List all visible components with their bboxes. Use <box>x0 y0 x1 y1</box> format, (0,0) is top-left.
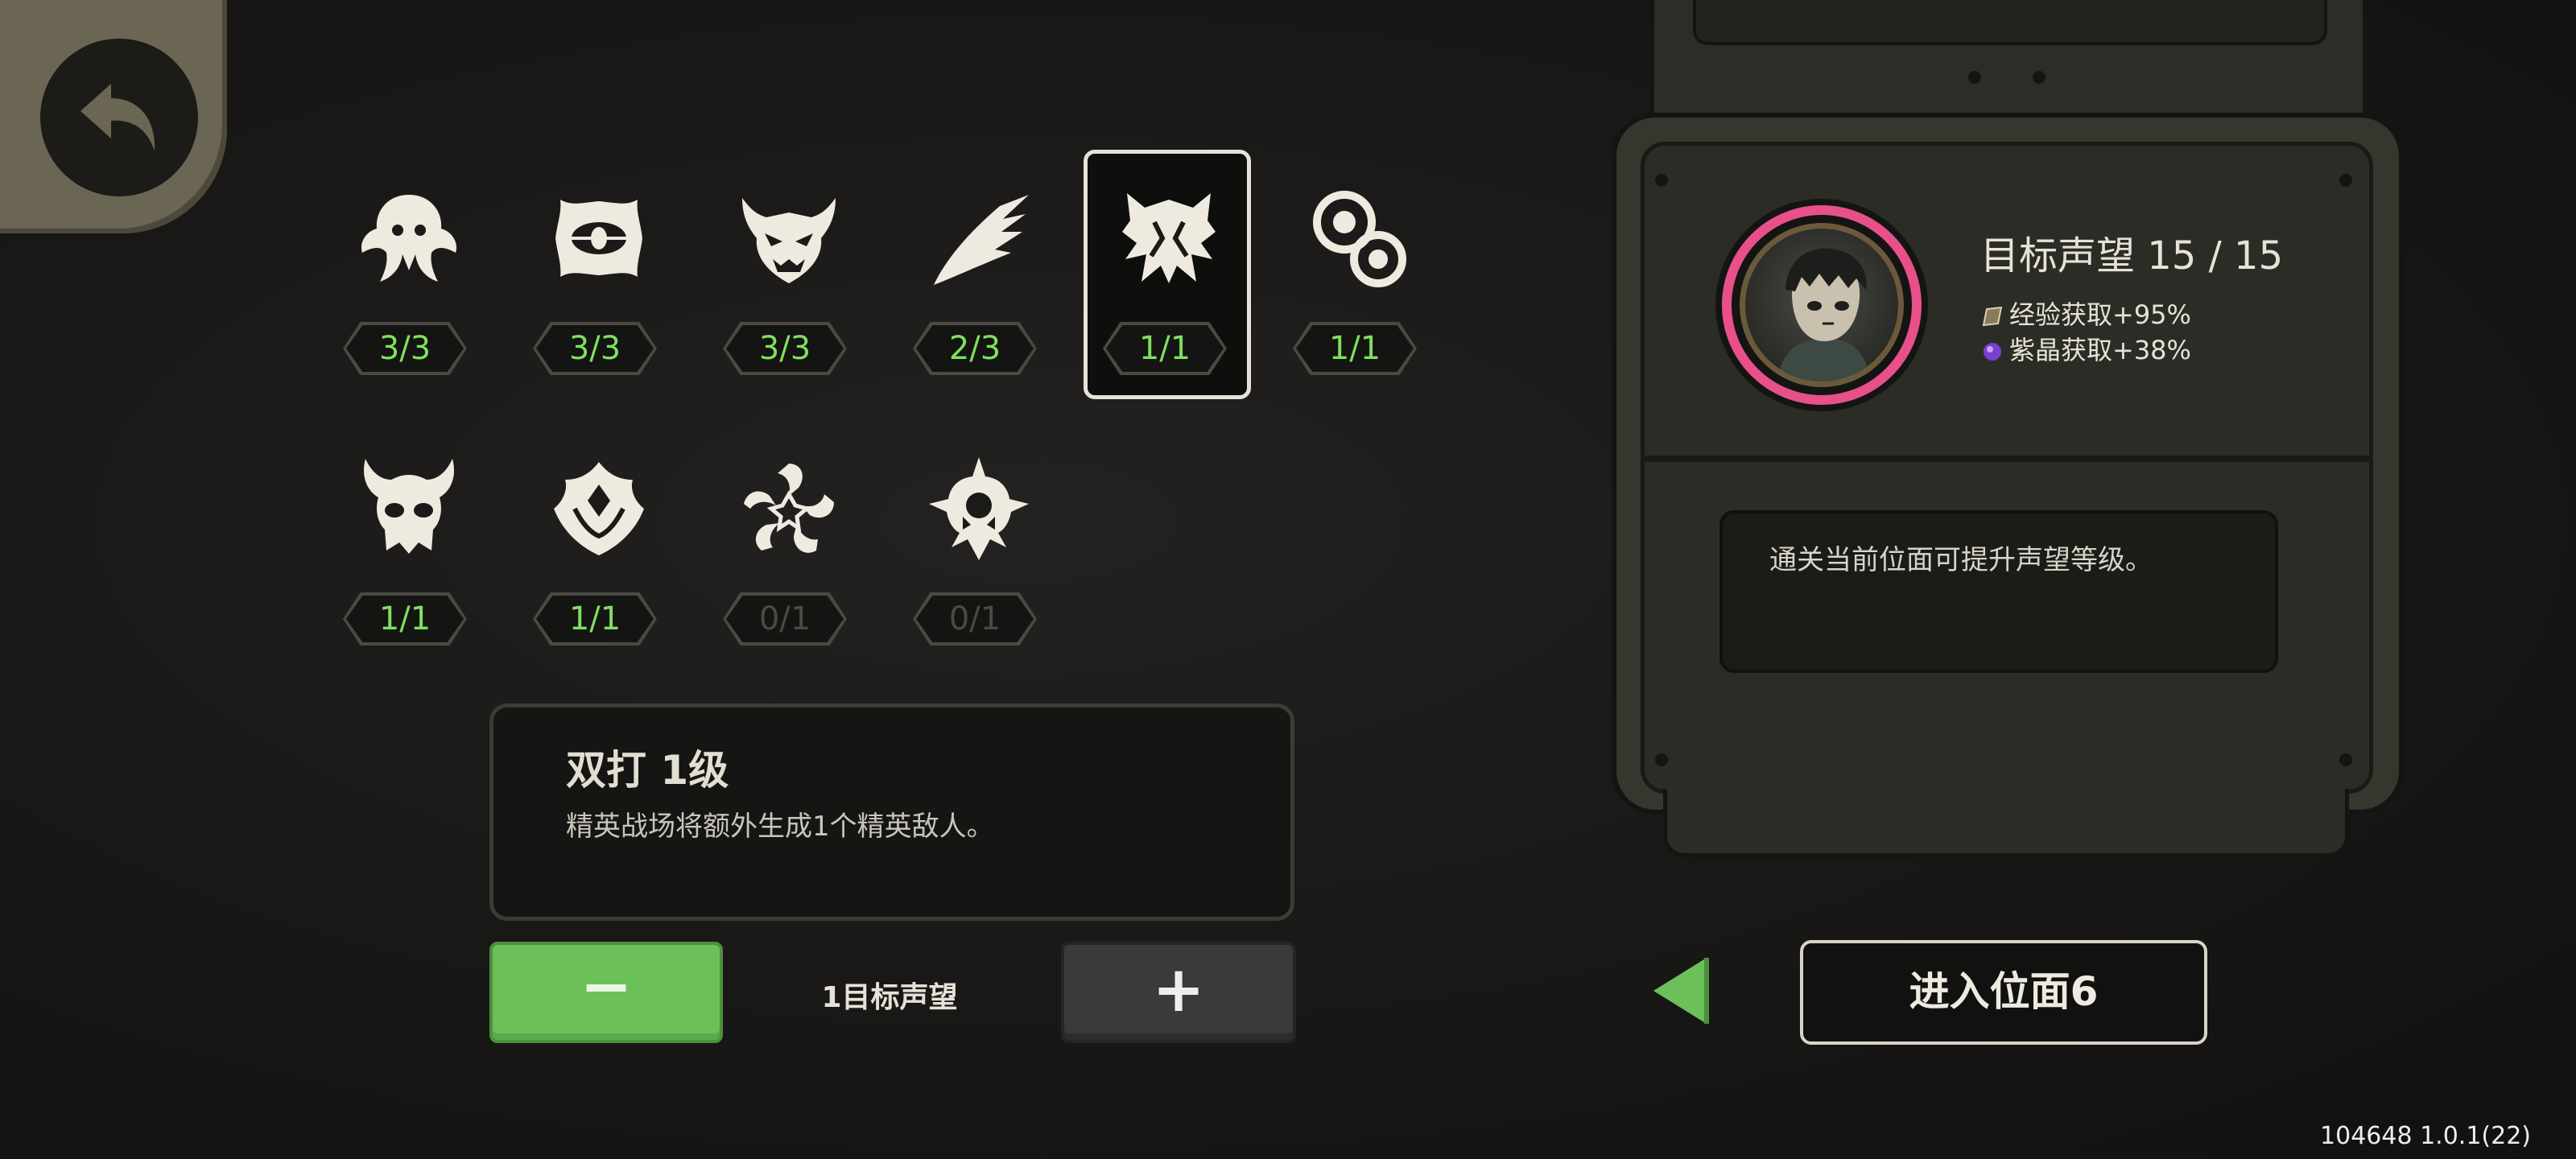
bolt <box>1655 753 1668 766</box>
count-badge: 3/3 <box>726 325 844 372</box>
modifier-description: 精英战场将额外生成1个精英敌人。 <box>566 810 994 843</box>
bolt <box>2339 174 2352 187</box>
box-divider <box>1641 456 2373 462</box>
count-badge: 1/1 <box>536 596 654 642</box>
book-icon <box>1982 303 2003 327</box>
modifier-title: 双打 1级 <box>566 747 729 794</box>
modifier-slot-10-locked[interactable]: 0/1 <box>898 428 1059 670</box>
crystal-bonus-line: 紫晶获取+38% <box>1982 330 2191 367</box>
back-button[interactable] <box>0 0 227 233</box>
eye-blob-icon <box>555 200 642 277</box>
modifier-slot-7[interactable]: 1/1 <box>328 428 489 670</box>
horned-skull-icon <box>363 459 455 554</box>
bubble-cluster-icon <box>1313 191 1406 287</box>
flame-emblem-icon <box>554 462 644 555</box>
swirl-star-icon <box>744 464 834 553</box>
bolt <box>2339 753 2352 766</box>
count-badge: 1/1 <box>346 596 464 642</box>
box-foot <box>1663 789 2349 857</box>
reputation-title: 目标声望 15 / 15 <box>1980 233 2284 278</box>
modifier-slot-1[interactable]: 3/3 <box>328 158 489 399</box>
claw-streak-icon <box>934 195 1029 285</box>
version-label: 104648 1.0.1(22) <box>2320 1122 2531 1150</box>
crystal-bonus-text: 紫晶获取+38% <box>2009 335 2191 365</box>
modifier-slot-8[interactable]: 1/1 <box>518 428 679 670</box>
box-lid-inner <box>1693 0 2327 45</box>
reputation-cost-label: 1目标声望 <box>821 981 958 1014</box>
minus-icon: − <box>580 951 633 1023</box>
enter-plane-button[interactable]: 进入位面6 <box>1800 940 2207 1045</box>
character-avatar <box>1745 229 1898 382</box>
modifier-slot-3[interactable]: 3/3 <box>708 158 869 399</box>
count-badge: 3/3 <box>536 325 654 372</box>
decrease-level-button[interactable]: − <box>489 942 723 1043</box>
count-badge: 2/3 <box>916 325 1034 372</box>
reputation-tip-box: 通关当前位面可提升声望等级。 <box>1719 510 2278 673</box>
purple-crystal-icon <box>1982 338 2003 361</box>
plus-icon: + <box>1152 954 1205 1026</box>
count-badge: 0/1 <box>916 596 1034 642</box>
modifier-slot-9-locked[interactable]: 0/1 <box>708 428 869 670</box>
modifier-slot-6[interactable]: 1/1 <box>1278 158 1439 399</box>
exp-bonus-text: 经验获取+95% <box>2009 299 2191 330</box>
back-button-circle <box>40 39 198 196</box>
reputation-tip-text: 通关当前位面可提升声望等级。 <box>1769 544 2153 576</box>
modifier-slot-2[interactable]: 3/3 <box>518 158 679 399</box>
modifier-slot-4[interactable]: 2/3 <box>898 158 1059 399</box>
modifier-slot-5-selected[interactable]: 1/1 <box>1084 150 1251 399</box>
count-badge: 3/3 <box>346 325 464 372</box>
exp-bonus-line: 经验获取+95% <box>1982 295 2191 332</box>
previous-arrow-icon[interactable] <box>1650 955 1715 1027</box>
bolt <box>1655 174 1668 187</box>
spiked-sigil-icon <box>929 457 1029 560</box>
character-portrait-icon <box>1777 248 1871 382</box>
double-strike-icon <box>1122 193 1216 283</box>
demon-mask-icon <box>742 198 836 283</box>
bolt <box>2033 71 2046 84</box>
back-arrow-icon <box>80 84 155 151</box>
increase-level-button[interactable]: + <box>1061 942 1296 1043</box>
count-badge: 1/1 <box>1296 325 1414 372</box>
jellyfish-crest-icon <box>361 195 457 282</box>
count-badge: 0/1 <box>726 596 844 642</box>
enter-plane-label: 进入位面6 <box>1909 968 2099 1015</box>
bolt <box>1968 71 1981 84</box>
count-badge: 1/1 <box>1106 325 1224 372</box>
modifier-description-panel: 双打 1级 精英战场将额外生成1个精英敌人。 <box>489 703 1294 921</box>
